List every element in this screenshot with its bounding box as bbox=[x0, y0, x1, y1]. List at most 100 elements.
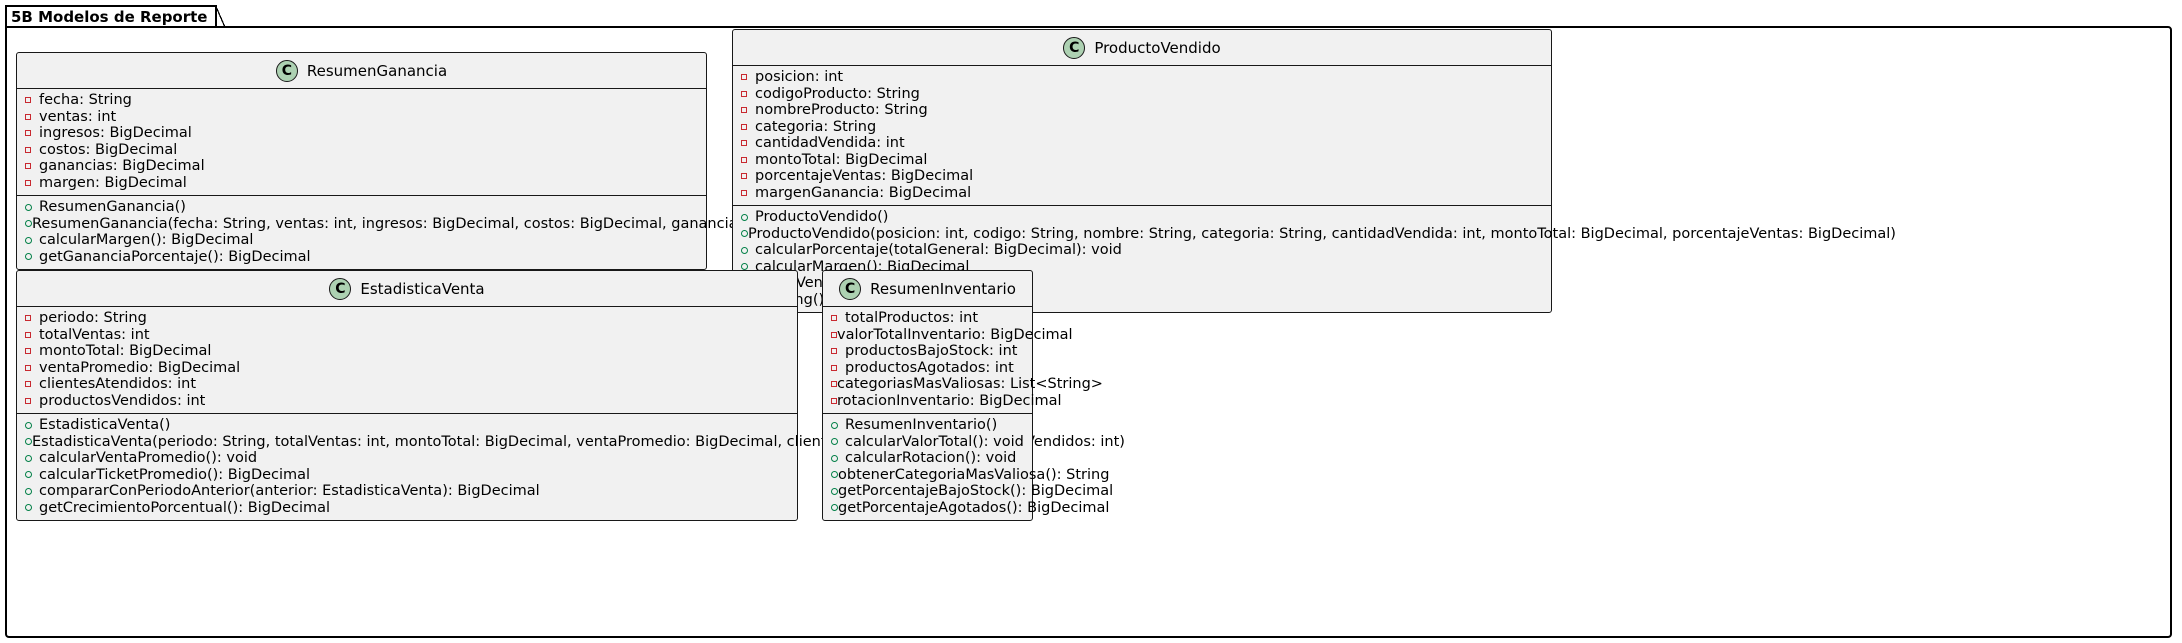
method-row-text: ResumenGanancia() bbox=[39, 199, 186, 215]
private-visibility-icon-marker bbox=[831, 348, 837, 355]
class-header: C ResumenInventario bbox=[823, 271, 1032, 307]
method-row: getCrecimientoPorcentual(): BigDecimal bbox=[25, 500, 797, 517]
private-visibility-icon bbox=[741, 189, 755, 196]
attribute-row-text: montoTotal: BigDecimal bbox=[755, 151, 928, 168]
attribute-row-text: cantidadVendida: int bbox=[755, 135, 905, 151]
private-visibility-icon-marker bbox=[831, 315, 837, 322]
attribute-row-text: margen: BigDecimal bbox=[39, 174, 187, 191]
method-row-text: getPorcentajeAgotados(): BigDecimal bbox=[838, 499, 1110, 516]
method-row: calcularVentaPromedio(): void bbox=[25, 450, 797, 467]
private-visibility-icon bbox=[25, 381, 39, 388]
attribute-list: periodo: String totalVentas: int montoTota… bbox=[17, 307, 797, 414]
attribute-row: cantidadVendida: int bbox=[741, 135, 1551, 152]
class-resumen-ganancia[interactable]: C ResumenGanancia fecha: String ventas: i… bbox=[16, 52, 1000, 270]
attribute-row-text: productosBajoStock: int bbox=[845, 343, 1018, 359]
method-row: EstadisticaVenta(periodo: String, totalV… bbox=[25, 434, 1125, 451]
public-visibility-icon bbox=[25, 504, 39, 512]
method-row: ResumenGanancia(fecha: String, ventas: i… bbox=[25, 216, 1000, 233]
private-visibility-icon-marker bbox=[25, 146, 31, 153]
attribute-row-text: montoTotal: BigDecimal bbox=[39, 343, 212, 359]
private-visibility-icon-marker bbox=[741, 74, 747, 81]
attribute-row: periodo: String bbox=[25, 310, 797, 327]
method-row-text: ProductoVendido() bbox=[755, 209, 889, 225]
attribute-row-text: totalProductos: int bbox=[845, 310, 979, 326]
private-visibility-icon bbox=[25, 348, 39, 355]
method-row: ProductoVendido(posicion: int, codigo: S… bbox=[741, 226, 1896, 243]
class-name: ProductoVendido bbox=[1094, 38, 1221, 57]
class-resumen-inventario[interactable]: C ResumenInventario totalProductos: int v… bbox=[822, 270, 1113, 521]
attribute-list: posicion: int codigoProducto: String nombr… bbox=[733, 66, 1551, 206]
attribute-row: categoriasMasValiosas: List<String> bbox=[831, 376, 1103, 393]
private-visibility-icon-marker bbox=[25, 130, 31, 137]
method-row: calcularMargen(): BigDecimal bbox=[25, 232, 706, 249]
method-row-text: calcularVentaPromedio(): void bbox=[39, 450, 258, 466]
private-visibility-icon bbox=[25, 331, 39, 338]
public-visibility-icon-marker bbox=[831, 504, 838, 512]
package-tab: 5B Modelos de Reporte bbox=[5, 5, 226, 28]
private-visibility-icon bbox=[25, 130, 39, 137]
public-visibility-icon bbox=[741, 213, 755, 221]
attribute-row-text: categoria: String bbox=[755, 118, 877, 135]
public-visibility-icon bbox=[831, 421, 845, 429]
method-row: getPorcentajeAgotados(): BigDecimal bbox=[831, 500, 1109, 517]
method-row-text: calcularMargen(): BigDecimal bbox=[39, 232, 254, 248]
public-visibility-icon-marker bbox=[831, 471, 838, 479]
private-visibility-icon bbox=[741, 107, 755, 114]
public-visibility-icon bbox=[831, 454, 845, 462]
class-estadistica-venta[interactable]: C EstadisticaVenta periodo: String totalV… bbox=[16, 270, 1125, 521]
attribute-row-text: posicion: int bbox=[755, 69, 844, 85]
class-stereotype-icon: C bbox=[329, 277, 352, 300]
private-visibility-icon bbox=[741, 156, 755, 163]
class-stereotype-icon: C bbox=[275, 59, 298, 82]
attribute-row-text: productosAgotados: int bbox=[845, 359, 1014, 376]
attribute-row: productosBajoStock: int bbox=[831, 343, 1032, 360]
class-stereotype-icon: C bbox=[1063, 36, 1086, 59]
method-row-text: ResumenInventario() bbox=[845, 417, 998, 433]
attribute-list: totalProductos: int valorTotalInventario:… bbox=[823, 307, 1103, 414]
private-visibility-icon bbox=[25, 146, 39, 153]
method-row: calcularRotacion(): void bbox=[831, 450, 1032, 467]
method-row-text: calcularPorcentaje(totalGeneral: BigDeci… bbox=[755, 242, 1122, 258]
public-visibility-icon-marker bbox=[25, 504, 32, 512]
public-visibility-icon-marker bbox=[25, 236, 32, 244]
attribute-row: totalVentas: int bbox=[25, 327, 797, 344]
attribute-row: margenGanancia: BigDecimal bbox=[741, 185, 1551, 202]
attribute-row-text: periodo: String bbox=[39, 310, 147, 326]
attribute-row: clientesAtendidos: int bbox=[25, 376, 797, 393]
private-visibility-icon bbox=[831, 364, 845, 371]
attribute-list: fecha: String ventas: int ingresos: BigDec… bbox=[17, 89, 706, 196]
method-row-text: compararConPeriodoAnterior(anterior: Est… bbox=[39, 483, 540, 499]
class-name: ResumenInventario bbox=[870, 279, 1016, 298]
private-visibility-icon-marker bbox=[741, 173, 747, 180]
private-visibility-icon bbox=[741, 173, 755, 180]
attribute-row: costos: BigDecimal bbox=[25, 142, 706, 159]
attribute-row: porcentajeVentas: BigDecimal bbox=[741, 168, 1551, 185]
attribute-row-text: productosVendidos: int bbox=[39, 392, 206, 409]
attribute-row-text: rotacionInventario: BigDecimal bbox=[837, 392, 1062, 409]
private-visibility-icon bbox=[25, 97, 39, 104]
private-visibility-icon bbox=[741, 90, 755, 97]
method-row-text: getGananciaPorcentaje(): BigDecimal bbox=[39, 248, 311, 265]
private-visibility-icon bbox=[25, 179, 39, 186]
private-visibility-icon-marker bbox=[741, 107, 747, 114]
public-visibility-icon-marker bbox=[831, 454, 838, 462]
public-visibility-icon-marker bbox=[25, 438, 32, 446]
attribute-row: montoTotal: BigDecimal bbox=[25, 343, 797, 360]
public-visibility-icon-marker bbox=[25, 203, 32, 211]
private-visibility-icon bbox=[25, 315, 39, 322]
attribute-row: margen: BigDecimal bbox=[25, 175, 706, 192]
attribute-row-text: ingresos: BigDecimal bbox=[39, 125, 192, 141]
attribute-row-text: fecha: String bbox=[39, 92, 132, 108]
public-visibility-icon-marker bbox=[25, 421, 32, 429]
public-visibility-icon-marker bbox=[25, 220, 32, 228]
attribute-row: ventas: int bbox=[25, 109, 706, 126]
private-visibility-icon bbox=[741, 74, 755, 81]
private-visibility-icon bbox=[831, 348, 845, 355]
attribute-row: fecha: String bbox=[25, 92, 706, 109]
attribute-row: montoTotal: BigDecimal bbox=[741, 152, 1551, 169]
class-header: C EstadisticaVenta bbox=[17, 271, 797, 307]
private-visibility-icon-marker bbox=[831, 364, 837, 371]
attribute-row-text: ventaPromedio: BigDecimal bbox=[39, 359, 241, 376]
public-visibility-icon bbox=[25, 454, 39, 462]
public-visibility-icon bbox=[25, 487, 39, 495]
